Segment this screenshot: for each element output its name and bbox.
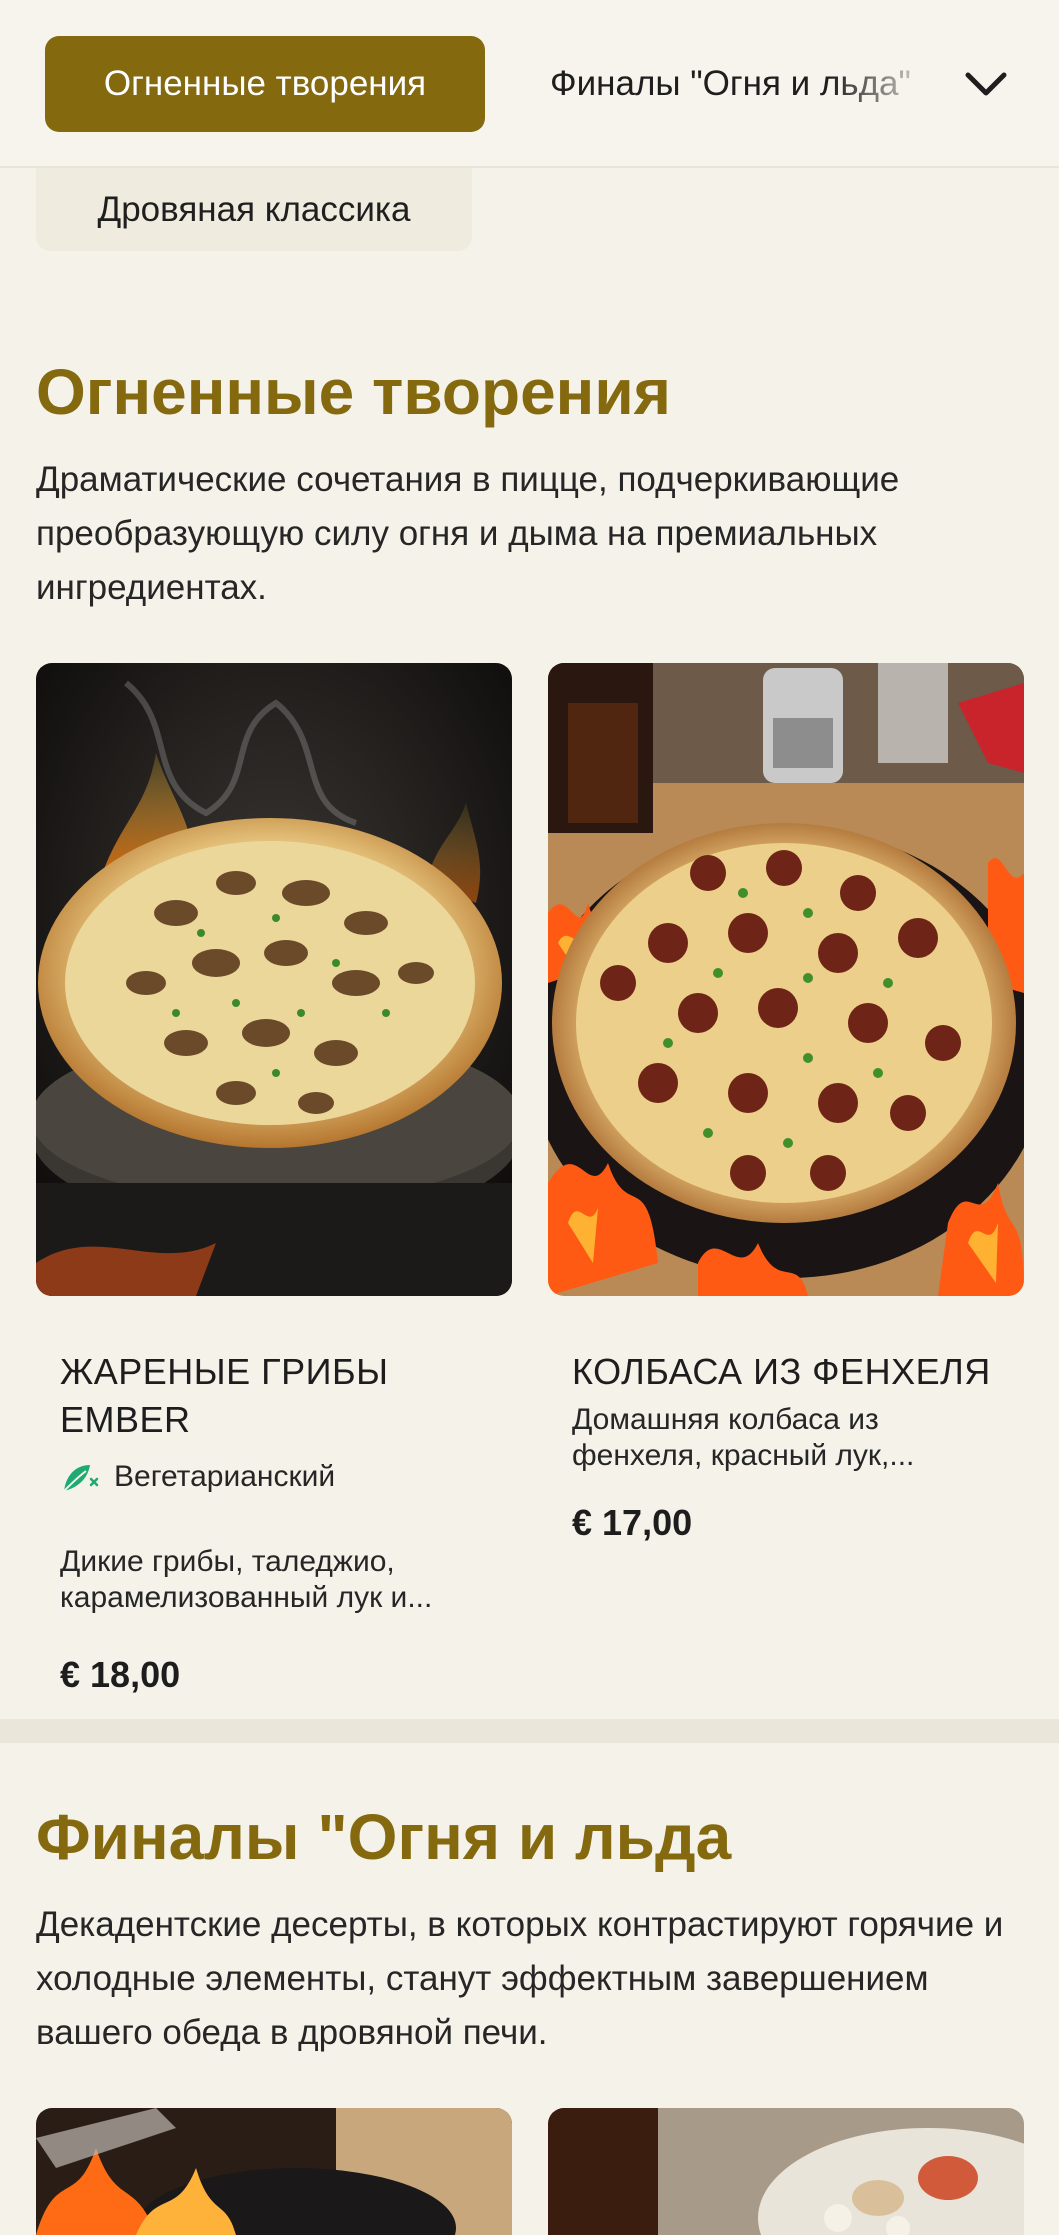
menu-item-price: € 17,00: [572, 1502, 693, 1543]
menu-item-name: КОЛБАСА ИЗ ФЕНХЕЛЯ: [572, 1351, 991, 1392]
dessert-image-preview: [548, 2108, 1024, 2235]
menu-item-card[interactable]: КОЛБАСА ИЗ ФЕНХЕЛЯ Домашняя колбаса из ф…: [548, 663, 1024, 1544]
category-chip-wood-fired-classics[interactable]: Дровяная классика: [36, 168, 472, 251]
section-title: Финалы "Огня и льда: [36, 1801, 732, 1873]
fennel-sausage-pizza-image: [548, 663, 1024, 1296]
vegetarian-leaf-icon: [63, 1465, 99, 1492]
section-description: Драматические сочетания в пицце, подчерк…: [36, 460, 900, 607]
scroll-fade-overlay: [830, 30, 940, 138]
menu-item-description: Дикие грибы, таледжио, карамелизованный …: [60, 1545, 433, 1614]
expand-categories-button[interactable]: [950, 36, 1022, 132]
category-nav: Огненные творения Финалы "Огня и льда": [0, 0, 1059, 168]
dessert-image-preview: [36, 2108, 512, 2235]
section-description: Декадентские десерты, в которых контраст…: [36, 1905, 1004, 2052]
category-chip-label: Дровяная классика: [97, 189, 411, 229]
chevron-down-icon: [965, 72, 1007, 96]
vegetarian-badge: Вегетарианский: [60, 1454, 488, 1500]
badge-label: Вегетарианский: [114, 1460, 336, 1493]
mushroom-pizza-image: [36, 663, 512, 1296]
menu-item-name: ЖАРЕНЫЕ ГРИБЫ EMBER: [60, 1351, 389, 1440]
menu-item-description: Домашняя колбаса из фенхеля, красный лук…: [572, 1403, 915, 1472]
menu-item-price: € 18,00: [60, 1654, 181, 1695]
section-title: Огненные творения: [36, 356, 671, 428]
menu-item-card[interactable]: ЖАРЕНЫЕ ГРИБЫ EMBER Вегетарианский Дикие…: [36, 663, 512, 1696]
section-divider: [0, 1719, 1059, 1743]
category-chip-fire-creations[interactable]: Огненные творения: [45, 36, 485, 132]
category-chip-label: Огненные творения: [103, 64, 427, 103]
